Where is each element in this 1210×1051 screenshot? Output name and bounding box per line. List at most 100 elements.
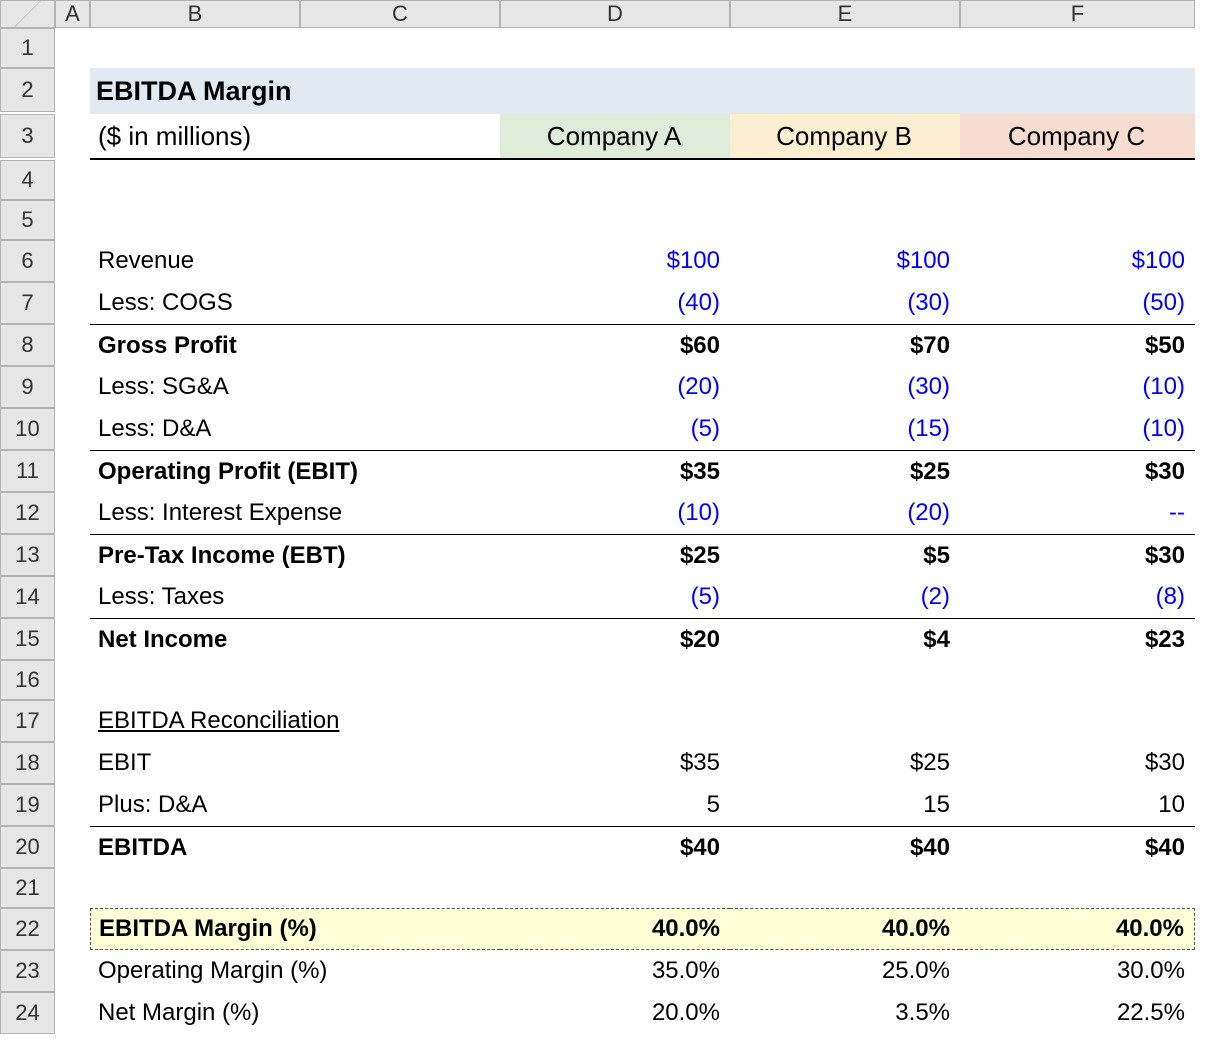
sga-a[interactable]: (20)	[500, 366, 730, 408]
cell[interactable]	[55, 160, 90, 200]
ebt-a[interactable]: $25	[500, 534, 730, 576]
ebitdamargin-a[interactable]: 40.0%	[500, 908, 730, 950]
row-header-14[interactable]: 14	[0, 576, 55, 618]
cell[interactable]	[960, 28, 1195, 68]
netmargin-b[interactable]: 3.5%	[730, 992, 960, 1034]
ebit-c[interactable]: $30	[960, 450, 1195, 492]
row-header-12[interactable]: 12	[0, 492, 55, 534]
row-header-8[interactable]: 8	[0, 324, 55, 366]
label-plusda[interactable]: Plus: D&A	[90, 784, 500, 826]
row-header-24[interactable]: 24	[0, 992, 55, 1034]
col-header-c[interactable]: C	[300, 0, 500, 28]
cell[interactable]	[500, 200, 730, 240]
cogs-a[interactable]: (40)	[500, 282, 730, 324]
subtitle-cell[interactable]: ($ in millions)	[90, 114, 500, 160]
row-header-16[interactable]: 16	[0, 660, 55, 700]
title-cell[interactable]: EBITDA Margin	[90, 68, 1195, 114]
row-header-13[interactable]: 13	[0, 534, 55, 576]
label-ebitda[interactable]: EBITDA	[90, 826, 500, 868]
cell[interactable]	[55, 784, 90, 826]
cell[interactable]	[55, 742, 90, 784]
cell[interactable]	[55, 618, 90, 660]
label-cogs[interactable]: Less: COGS	[90, 282, 500, 324]
cell[interactable]	[730, 160, 960, 200]
row-header-22[interactable]: 22	[0, 908, 55, 950]
revenue-c[interactable]: $100	[960, 240, 1195, 282]
cell[interactable]	[55, 68, 90, 112]
cell[interactable]	[55, 200, 90, 240]
label-opmargin[interactable]: Operating Margin (%)	[90, 950, 500, 992]
cell[interactable]	[90, 660, 300, 700]
cell[interactable]	[55, 28, 90, 68]
da-b[interactable]: (15)	[730, 408, 960, 450]
row-header-2[interactable]: 2	[0, 68, 55, 112]
row-header-18[interactable]: 18	[0, 742, 55, 784]
cell[interactable]	[500, 660, 730, 700]
row-header-15[interactable]: 15	[0, 618, 55, 660]
cell[interactable]	[55, 660, 90, 700]
cell[interactable]	[730, 868, 960, 908]
cell[interactable]	[55, 408, 90, 450]
cell[interactable]	[300, 660, 500, 700]
gross-a[interactable]: $60	[500, 324, 730, 366]
ebitda-a[interactable]: $40	[500, 826, 730, 868]
ebit-b[interactable]: $25	[730, 450, 960, 492]
label-sga[interactable]: Less: SG&A	[90, 366, 500, 408]
taxes-a[interactable]: (5)	[500, 576, 730, 618]
company-b-header[interactable]: Company B	[730, 114, 960, 160]
interest-b[interactable]: (20)	[730, 492, 960, 534]
label-interest[interactable]: Less: Interest Expense	[90, 492, 500, 534]
sga-c[interactable]: (10)	[960, 366, 1195, 408]
cell[interactable]	[55, 576, 90, 618]
cell[interactable]	[55, 114, 90, 158]
revenue-a[interactable]: $100	[500, 240, 730, 282]
row-header-10[interactable]: 10	[0, 408, 55, 450]
spreadsheet-grid[interactable]: A B C D E F 1 2 EBITDA Margin 3 ($ in mi…	[0, 0, 1210, 1034]
row-header-1[interactable]: 1	[0, 28, 55, 68]
row-header-4[interactable]: 4	[0, 160, 55, 200]
cell[interactable]	[500, 160, 730, 200]
interest-c[interactable]: --	[960, 492, 1195, 534]
ebitda-b[interactable]: $40	[730, 826, 960, 868]
label-da[interactable]: Less: D&A	[90, 408, 500, 450]
label-ebt[interactable]: Pre-Tax Income (EBT)	[90, 534, 500, 576]
cell[interactable]	[55, 868, 90, 908]
label-netmargin[interactable]: Net Margin (%)	[90, 992, 500, 1034]
cell[interactable]	[55, 908, 90, 950]
plusda-b[interactable]: 15	[730, 784, 960, 826]
cell[interactable]	[55, 366, 90, 408]
gross-b[interactable]: $70	[730, 324, 960, 366]
netmargin-a[interactable]: 20.0%	[500, 992, 730, 1034]
plusda-a[interactable]: 5	[500, 784, 730, 826]
label-recon[interactable]: EBITDA Reconciliation	[90, 700, 500, 742]
label-netincome[interactable]: Net Income	[90, 618, 500, 660]
row-header-11[interactable]: 11	[0, 450, 55, 492]
cogs-b[interactable]: (30)	[730, 282, 960, 324]
cell[interactable]	[55, 492, 90, 534]
plusda-c[interactable]: 10	[960, 784, 1195, 826]
da-a[interactable]: (5)	[500, 408, 730, 450]
select-all-corner[interactable]	[0, 0, 55, 28]
cell[interactable]	[55, 700, 90, 742]
row-header-5[interactable]: 5	[0, 200, 55, 240]
cell[interactable]	[300, 160, 500, 200]
cell[interactable]	[960, 200, 1195, 240]
netincome-a[interactable]: $20	[500, 618, 730, 660]
interest-a[interactable]: (10)	[500, 492, 730, 534]
ebitdamargin-c[interactable]: 40.0%	[960, 908, 1195, 950]
label-ebit[interactable]: Operating Profit (EBIT)	[90, 450, 500, 492]
sga-b[interactable]: (30)	[730, 366, 960, 408]
taxes-b[interactable]: (2)	[730, 576, 960, 618]
cell[interactable]	[55, 240, 90, 282]
netmargin-c[interactable]: 22.5%	[960, 992, 1195, 1034]
cell[interactable]	[300, 868, 500, 908]
opmargin-b[interactable]: 25.0%	[730, 950, 960, 992]
col-header-b[interactable]: B	[90, 0, 300, 28]
cell[interactable]	[90, 28, 300, 68]
cell[interactable]	[730, 700, 960, 742]
cell[interactable]	[55, 950, 90, 992]
cell[interactable]	[730, 28, 960, 68]
gross-c[interactable]: $50	[960, 324, 1195, 366]
ebitdamargin-b[interactable]: 40.0%	[730, 908, 960, 950]
cell[interactable]	[730, 660, 960, 700]
